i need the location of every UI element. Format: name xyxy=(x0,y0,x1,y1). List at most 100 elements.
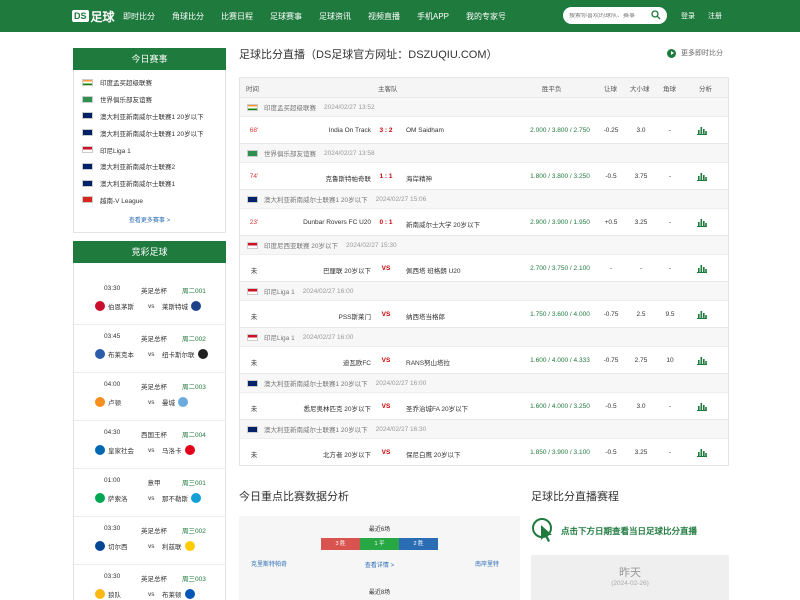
league-group-header[interactable]: 澳大利亚新南威尔士联赛1 20岁以下 2024/02/27 16:00 xyxy=(240,373,728,392)
home-team[interactable]: India On Track xyxy=(300,127,371,134)
away-team[interactable]: 保尼白鹰 20岁以下 xyxy=(406,449,516,459)
analysis-chart-icon[interactable] xyxy=(697,264,707,273)
away-team: 莱斯特城 xyxy=(162,301,204,312)
australia-flag-icon xyxy=(247,379,258,387)
away-team[interactable]: 纳西塔当格郎 xyxy=(406,311,516,321)
league-group-header[interactable]: 印度尼西亚联赛 20岁以下 2024/02/27 15:30 xyxy=(240,235,728,254)
analysis-chart-icon[interactable] xyxy=(697,402,707,411)
lose-bar: 2 胜 xyxy=(399,538,438,550)
over-under: 2.75 xyxy=(634,357,648,364)
league-group-header[interactable]: 澳大利亚新南威尔士联赛1 20岁以下 2024/02/27 16:30 xyxy=(240,419,728,438)
away-team[interactable]: 佩西塔 班格朗 U20 xyxy=(406,265,516,275)
match-row[interactable]: 68' India On Track 3 : 2 OM Saidham 2.000 / … xyxy=(240,116,728,143)
home-team[interactable]: 克鲁斯特帕奇联 xyxy=(300,173,372,183)
corners: - xyxy=(668,403,672,410)
schedule-cta[interactable]: 点击下方日期查看当日足球比分直播 xyxy=(531,516,729,546)
away-team[interactable]: 海岸精神 xyxy=(406,173,516,183)
date-tab-yesterday[interactable]: 昨天 (2024-02-26) xyxy=(531,555,729,600)
away-team[interactable]: 圣乔治城FA 20岁以下 xyxy=(406,403,516,413)
match-row[interactable]: 未巴厘联 20岁以下 VS 佩西塔 班格朗 U20 2.700 / 3.750 / 2… xyxy=(240,254,728,281)
home-team[interactable]: PSS斯莱门 xyxy=(300,311,371,321)
match-row[interactable]: 23' Dunbar Rovers FC U20 0 : 1 新南威尔士大学 20岁以… xyxy=(240,208,728,235)
more-live-scores-link[interactable]: 更多即时比分 xyxy=(667,48,723,58)
league-group-header[interactable]: 印度孟买超级联赛 2024/02/27 13:52 xyxy=(240,97,728,116)
away-team-link[interactable]: 南岸里特 xyxy=(475,559,499,568)
lottery-match[interactable]: 03:30 英足总杯 周二001 伯恩茅斯 vs 莱斯特城 xyxy=(74,277,225,326)
match-score: 1 : 1 xyxy=(379,173,393,180)
vs-label: vs xyxy=(148,303,155,311)
india-flag-icon xyxy=(247,103,258,111)
analysis-chart-icon[interactable] xyxy=(697,172,707,181)
lottery-match[interactable]: 03:45 英足总杯 周二002 布莱克本 vs 纽卡斯尔联 xyxy=(74,325,225,374)
league-item[interactable]: 澳大利亚新南威尔士联赛2 xyxy=(74,158,225,175)
match-row[interactable]: 未 PSS斯莱门 VS 纳西塔当格郎 1.750 / 3.600 / 4.000 -0.7… xyxy=(240,300,728,327)
team-badge-icon xyxy=(95,349,105,360)
site-logo[interactable]: DS 足球 xyxy=(72,8,115,24)
match-row[interactable]: 未迪瓦欧FC VS RANS努山塔拉 1.600 / 4.000 / 4.333 -0.… xyxy=(240,346,728,373)
league-group-header[interactable]: 世界俱乐部友谊赛 2024/02/27 13:58 xyxy=(240,143,728,162)
match-number: 周三003 xyxy=(182,576,206,584)
record-bar: 3 胜 1 平 2 胜 xyxy=(321,538,438,550)
over-under: 3.25 xyxy=(634,219,648,226)
col-1x2: 胜平负 xyxy=(542,85,562,93)
away-team-name: 布莱顿 xyxy=(162,592,182,600)
nav-live-scores[interactable]: 即时比分 xyxy=(123,11,155,22)
league-group-header[interactable]: 澳大利亚新南威尔士联赛1 20岁以下 2024/02/27 15:06 xyxy=(240,189,728,208)
australia-flag-icon xyxy=(247,425,258,433)
league-item[interactable]: 世界俱乐部友谊赛 xyxy=(74,91,225,108)
nav-my-expert[interactable]: 我的专家号 xyxy=(466,11,506,22)
league-item[interactable]: 印尼Liga 1 xyxy=(74,141,225,158)
home-team[interactable]: 巴厘联 20岁以下 xyxy=(300,265,371,275)
analysis-chart-icon[interactable] xyxy=(697,448,707,457)
search-input[interactable] xyxy=(569,12,649,19)
sidebar: 今日赛事 印度孟买超级联赛 世界俱乐部友谊赛 澳大利亚新南威尔士联赛1 20岁以… xyxy=(73,48,226,600)
away-team[interactable]: OM Saidham xyxy=(406,127,516,134)
match-row[interactable]: 未北方者 20岁以下 VS 保尼白鹰 20岁以下 1.850 / 3.900 / 3.… xyxy=(240,438,728,465)
lottery-match[interactable]: 04:30 西国王杯 周二004 皇家社会 vs 马洛卡 xyxy=(74,421,225,470)
page-title: 足球比分直播（DS足球官方网址：DSZUQIU.COM） xyxy=(239,49,498,61)
league-item[interactable]: 澳大利亚新南威尔士联赛1 20岁以下 xyxy=(74,108,225,125)
away-team[interactable]: 新南威尔士大学 20岁以下 xyxy=(406,219,516,229)
league-group-header[interactable]: 印尼Liga 1 2024/02/27 16:00 xyxy=(240,281,728,300)
more-events-link[interactable]: 查看更多赛事 > xyxy=(74,208,225,232)
match-number: 周二001 xyxy=(182,288,206,296)
home-team[interactable]: 悉尼奥林匹克 20岁以下 xyxy=(300,403,371,413)
corners: - xyxy=(668,449,672,456)
nav-schedule[interactable]: 比赛日程 xyxy=(221,11,253,22)
home-team-name: 卢顿 xyxy=(108,400,121,408)
search-icon[interactable] xyxy=(651,10,661,20)
analysis-chart-icon[interactable] xyxy=(697,126,707,135)
corners: 10 xyxy=(666,357,674,364)
home-team[interactable]: Dunbar Rovers FC U20 xyxy=(300,219,371,226)
match-row[interactable]: 74' 克鲁斯特帕奇联 1 : 1 海岸精神 1.800 / 3.800 / 3.250… xyxy=(240,162,728,189)
nav-news[interactable]: 足球资讯 xyxy=(319,11,351,22)
lottery-match[interactable]: 04:00 英足总杯 周二003 卢顿 vs 曼城 xyxy=(74,373,225,422)
home-team[interactable]: 北方者 20岁以下 xyxy=(300,449,371,459)
nav-football-events[interactable]: 足球赛事 xyxy=(270,11,302,22)
away-team-name: 利兹联 xyxy=(162,544,182,552)
login-link[interactable]: 登录 xyxy=(681,11,695,21)
away-team[interactable]: RANS努山塔拉 xyxy=(406,357,516,367)
nav-corner-scores[interactable]: 角球比分 xyxy=(172,11,204,22)
nav-video-live[interactable]: 视频直播 xyxy=(368,11,400,22)
australia-flag-icon xyxy=(247,195,258,203)
analysis-chart-icon[interactable] xyxy=(697,356,707,365)
lottery-match[interactable]: 03:30 英足总杯 周三003 狼队 vs 布莱顿 xyxy=(74,565,225,600)
league-name: 印尼Liga 1 xyxy=(264,289,295,296)
register-link[interactable]: 注册 xyxy=(708,11,722,21)
league-item[interactable]: 澳大利亚新南威尔士联赛1 20岁以下 xyxy=(74,124,225,141)
top-navigation-bar: DS 足球 即时比分 角球比分 比赛日程 足球赛事 足球资讯 视频直播 手机AP… xyxy=(0,0,800,32)
nav-mobile-app[interactable]: 手机APP xyxy=(417,11,449,22)
analysis-chart-icon[interactable] xyxy=(697,310,707,319)
league-item[interactable]: 印度孟买超级联赛 xyxy=(74,74,225,91)
away-team-name: 纽卡斯尔联 xyxy=(162,352,195,360)
analysis-chart-icon[interactable] xyxy=(697,218,707,227)
home-team[interactable]: 迪瓦欧FC xyxy=(300,357,371,367)
corners: 9.5 xyxy=(665,311,675,318)
lottery-match[interactable]: 01:00 意甲 周三001 萨索洛 vs 那不勒斯 xyxy=(74,469,225,518)
match-row[interactable]: 未悉尼奥林匹克 20岁以下 VS 圣乔治城FA 20岁以下 1.600 / 4.000… xyxy=(240,392,728,419)
league-item[interactable]: 澳大利亚新南威尔士联赛1 xyxy=(74,175,225,192)
league-item[interactable]: 越南-V League xyxy=(74,192,225,209)
lottery-match[interactable]: 03:30 英足总杯 周三002 切尔西 vs 利兹联 xyxy=(74,517,225,566)
league-group-header[interactable]: 印尼Liga 1 2024/02/27 16:00 xyxy=(240,327,728,346)
